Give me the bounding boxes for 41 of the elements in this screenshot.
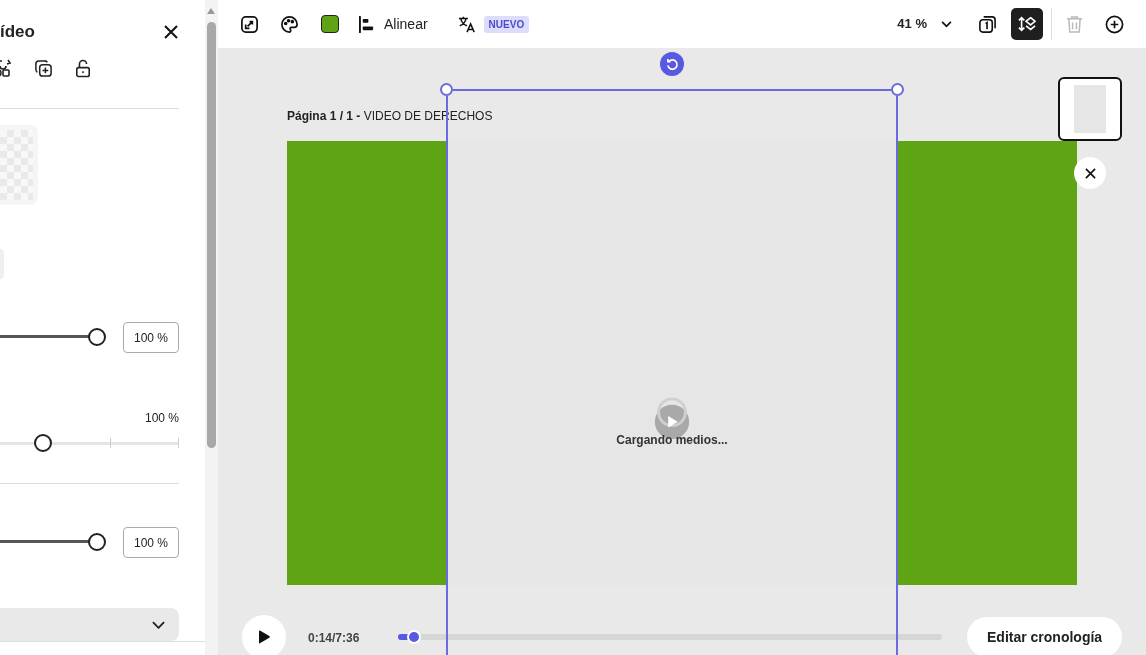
- duplicate-icon[interactable]: [34, 58, 53, 78]
- slider-thumb[interactable]: [33, 434, 52, 452]
- align-button[interactable]: Alinear: [355, 9, 432, 39]
- rotate-handle[interactable]: [660, 52, 684, 76]
- value-field[interactable]: 100 %: [123, 322, 179, 353]
- add-icon[interactable]: [1105, 14, 1124, 34]
- chevron-icon: [152, 620, 165, 629]
- slider-thumb[interactable]: [88, 533, 106, 551]
- new-badge: NUEVO: [483, 15, 530, 33]
- progress-thumb[interactable]: [407, 630, 422, 644]
- resize-handle[interactable]: [440, 83, 453, 96]
- slider-track[interactable]: [0, 533, 106, 551]
- page-thumbnail[interactable]: [1058, 77, 1122, 141]
- layers-button[interactable]: [1011, 8, 1043, 40]
- palette-icon[interactable]: [280, 14, 299, 34]
- resize-handle[interactable]: [891, 83, 904, 96]
- resize-icon[interactable]: [240, 14, 259, 34]
- play-button[interactable]: [242, 615, 286, 655]
- close-icon[interactable]: [163, 24, 179, 40]
- chevron-icon: [941, 20, 952, 28]
- fill-color-swatch[interactable]: [321, 15, 339, 33]
- close-icon: [1084, 167, 1096, 179]
- panel-title: ídeo: [0, 21, 35, 44]
- value-field[interactable]: 100 %: [123, 527, 179, 558]
- slider-track[interactable]: [0, 328, 106, 346]
- close-button[interactable]: [1074, 157, 1106, 189]
- unlock-icon[interactable]: [75, 58, 91, 78]
- loading-text: Cargando medios...: [616, 432, 728, 449]
- page-count-icon[interactable]: [978, 14, 997, 34]
- edit-timeline-button[interactable]: Editar cronología: [967, 617, 1123, 655]
- scrollbar[interactable]: [205, 0, 218, 655]
- playback-time: 0:14/7:36: [308, 630, 360, 647]
- play-icon: [258, 630, 270, 644]
- zoom-dropdown[interactable]: 41 %: [897, 14, 952, 34]
- slider-thumb[interactable]: [88, 328, 106, 346]
- layers-icon: [1018, 15, 1036, 33]
- video-placeholder[interactable]: Cargando medios...: [448, 141, 896, 585]
- translate-icon[interactable]: [457, 15, 476, 33]
- rotate-icon: [665, 57, 679, 71]
- slider-value: 100 %: [144, 410, 179, 427]
- align-icon: [359, 15, 374, 33]
